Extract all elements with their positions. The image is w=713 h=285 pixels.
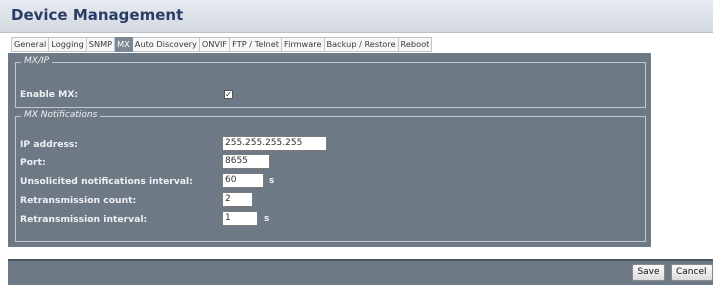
cancel-button[interactable]: Cancel [671,264,713,281]
retransmission-count-input[interactable]: 2 [222,192,253,207]
tab-firmware[interactable]: Firmware [281,37,325,52]
tab-reboot[interactable]: Reboot [398,37,433,52]
port-label: Port: [20,157,46,168]
notification-interval-unit: s [269,176,275,186]
retransmission-interval-unit: s [264,214,270,224]
retransmission-interval-label: Retransmission interval: [20,214,148,225]
mxip-legend: MX/IP [21,56,53,66]
action-bar [8,259,713,285]
tab-ftp-telnet[interactable]: FTP / Telnet [230,37,282,52]
tab-snmp[interactable]: SNMP [86,37,116,52]
tab-backup-restore[interactable]: Backup / Restore [324,37,399,52]
settings-panel: MX/IP Enable MX: ✓ MX Notifications IP a… [8,53,651,247]
ip-address-input[interactable]: 255.255.255.255 [222,136,327,151]
save-button[interactable]: Save [632,264,665,281]
title-bar: Device Management [0,0,713,33]
page-title: Device Management [11,6,184,24]
tab-mx[interactable]: MX [115,37,133,52]
enable-mx-checkbox[interactable]: ✓ [224,90,233,99]
ip-address-label: IP address: [20,139,79,150]
notification-interval-input[interactable]: 60 [222,173,264,188]
retransmission-count-label: Retransmission count: [20,195,137,206]
tab-logging[interactable]: Logging [49,37,87,52]
mx-notifications-fieldset: MX Notifications IP address: 255.255.255… [15,110,646,242]
tab-general[interactable]: General [11,37,50,52]
notification-interval-label: Unsolicited notifications interval: [20,176,193,187]
mxip-fieldset: MX/IP Enable MX: ✓ [15,56,646,108]
notifications-legend: MX Notifications [21,110,101,120]
port-input[interactable]: 8655 [222,154,270,169]
retransmission-interval-input[interactable]: 1 [222,211,258,226]
tab-onvif[interactable]: ONVIF [199,37,231,52]
enable-mx-label: Enable MX: [20,89,79,100]
tab-bar: General Logging SNMP MX Auto Discovery O… [11,37,433,52]
tab-auto-discovery[interactable]: Auto Discovery [132,37,200,52]
